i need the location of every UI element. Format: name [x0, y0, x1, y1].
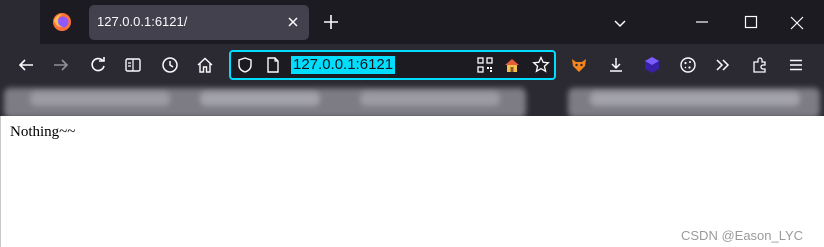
redacted-bookmark-item	[590, 92, 800, 106]
tab-strip-spacer	[0, 0, 40, 44]
close-window-icon[interactable]	[789, 15, 805, 31]
tab-title[interactable]: 127.0.0.1:6121/	[97, 14, 187, 29]
extension-cube-icon[interactable]	[643, 56, 661, 74]
history-icon[interactable]	[161, 56, 179, 74]
csdn-watermark: CSDN @Eason_LYC	[681, 228, 804, 243]
extension-fox-icon[interactable]	[570, 56, 588, 74]
cookie-icon[interactable]	[679, 56, 697, 74]
reload-icon[interactable]	[89, 56, 107, 74]
bookmark-star-icon[interactable]	[532, 56, 550, 74]
firefox-logo-icon[interactable]	[52, 12, 72, 32]
list-all-tabs-icon[interactable]	[612, 15, 628, 31]
page-body-text: Nothing~~	[10, 124, 76, 140]
url-text[interactable]: 127.0.0.1:6121	[291, 56, 396, 74]
new-tab-icon[interactable]	[322, 13, 340, 31]
page-info-icon[interactable]	[264, 56, 282, 74]
redacted-bookmark-item	[30, 92, 170, 106]
tracking-shield-icon[interactable]	[236, 56, 254, 74]
minimize-icon[interactable]	[695, 15, 709, 29]
redacted-bookmark-item	[360, 92, 500, 106]
downloads-icon[interactable]	[607, 56, 625, 74]
app-menu-icon[interactable]	[787, 56, 805, 74]
reader-view-icon[interactable]	[124, 56, 142, 74]
home-icon[interactable]	[196, 56, 214, 74]
home-shortcut-icon[interactable]	[503, 56, 521, 74]
close-tab-icon[interactable]	[285, 14, 301, 30]
maximize-icon[interactable]	[744, 15, 758, 29]
back-icon[interactable]	[17, 56, 35, 74]
forward-icon[interactable]	[52, 56, 70, 74]
overflow-chevron-icon[interactable]	[714, 56, 732, 74]
qr-code-icon[interactable]	[476, 56, 494, 74]
redacted-bookmark-item	[200, 92, 320, 106]
extensions-puzzle-icon[interactable]	[751, 56, 769, 74]
